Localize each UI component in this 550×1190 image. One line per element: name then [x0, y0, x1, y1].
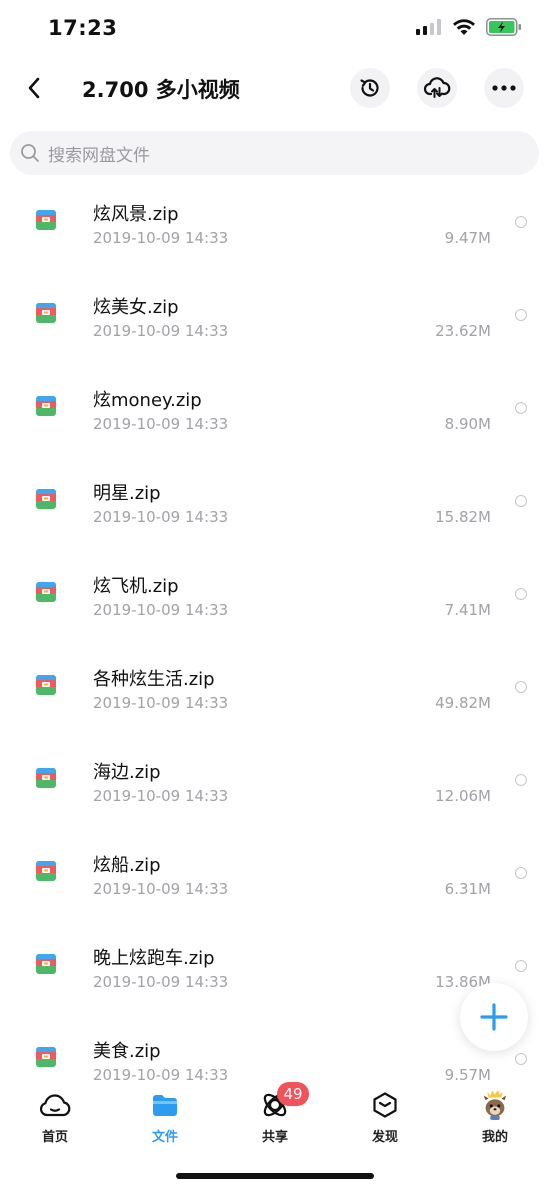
zip-archive-icon [36, 1047, 56, 1067]
history-icon [360, 79, 379, 97]
cloud-transfer-icon [423, 77, 451, 98]
tab-home-label: 首页 [41, 1130, 68, 1145]
file-row[interactable]: 炫美女.zip 2019-10-09 14:33 23.62M [0, 273, 550, 366]
select-checkbox[interactable] [515, 867, 527, 879]
plus-icon [480, 1003, 508, 1031]
zip-archive-icon [36, 210, 56, 230]
file-list: 炫风景.zip 2019-10-09 14:33 9.47M 炫美女.zip 2… [0, 180, 550, 1082]
bottom-tab-bar: 首页 文件 共享 49 发现 我的 [0, 1082, 550, 1154]
select-checkbox[interactable] [515, 960, 527, 972]
folder-icon [149, 1090, 181, 1120]
zip-archive-icon [36, 582, 56, 602]
tab-share[interactable]: 共享 49 [220, 1082, 330, 1154]
status-bar: 17:23 [0, 0, 550, 60]
file-size: 15.82M [435, 508, 491, 526]
file-date: 2019-10-09 14:33 [93, 508, 229, 526]
zip-archive-icon [36, 675, 56, 695]
zip-archive-icon [36, 396, 56, 416]
wifi-icon [453, 18, 475, 35]
file-date: 2019-10-09 14:33 [93, 973, 229, 991]
select-checkbox[interactable] [515, 402, 527, 414]
zip-archive-icon [36, 768, 56, 788]
file-date: 2019-10-09 14:33 [93, 694, 229, 712]
search-icon [18, 141, 42, 165]
zip-archive-icon [36, 861, 56, 881]
select-checkbox[interactable] [515, 681, 527, 693]
file-row[interactable]: 各种炫生活.zip 2019-10-09 14:33 49.82M [0, 645, 550, 738]
zip-archive-icon [36, 954, 56, 974]
select-checkbox[interactable] [515, 216, 527, 228]
search-input[interactable]: 搜索网盘文件 [10, 131, 539, 175]
tab-files-label: 文件 [151, 1130, 178, 1145]
select-checkbox[interactable] [515, 309, 527, 321]
status-time: 17:23 [48, 16, 118, 40]
file-row[interactable]: 炫money.zip 2019-10-09 14:33 8.90M [0, 366, 550, 459]
tab-files[interactable]: 文件 [110, 1082, 220, 1154]
share-count-badge: 49 [277, 1082, 309, 1106]
file-name: 晚上炫跑车.zip [93, 948, 215, 969]
file-size: 7.41M [444, 601, 491, 619]
file-row[interactable]: 炫风景.zip 2019-10-09 14:33 9.47M [0, 180, 550, 273]
navigation-bar: 2.700 多小视频 [0, 60, 550, 120]
more-options-button[interactable] [484, 68, 524, 108]
file-size: 23.62M [435, 322, 491, 340]
zip-archive-icon [36, 489, 56, 509]
file-date: 2019-10-09 14:33 [93, 1066, 229, 1082]
zip-archive-icon [36, 303, 56, 323]
file-name: 炫飞机.zip [93, 576, 179, 597]
select-checkbox[interactable] [515, 588, 527, 600]
select-checkbox[interactable] [515, 1053, 527, 1065]
history-button[interactable] [350, 68, 390, 108]
page-title: 2.700 多小视频 [82, 78, 240, 102]
tab-discover-label: 发现 [371, 1130, 398, 1145]
file-name: 明星.zip [93, 483, 161, 504]
file-size: 9.47M [444, 229, 491, 247]
file-size: 6.31M [444, 880, 491, 898]
select-checkbox[interactable] [515, 495, 527, 507]
file-date: 2019-10-09 14:33 [93, 322, 229, 340]
tab-mine-label: 我的 [481, 1130, 508, 1145]
chevron-left-icon [28, 77, 40, 99]
file-name: 炫美女.zip [93, 297, 179, 318]
file-name: 海边.zip [93, 762, 161, 783]
file-name: 炫money.zip [93, 390, 202, 411]
file-name: 美食.zip [93, 1041, 161, 1062]
file-date: 2019-10-09 14:33 [93, 787, 229, 805]
avatar-icon [479, 1089, 511, 1121]
file-size: 12.06M [435, 787, 491, 805]
file-row[interactable]: 炫船.zip 2019-10-09 14:33 6.31M [0, 831, 550, 924]
tab-discover[interactable]: 发现 [330, 1082, 440, 1154]
signal-icon [416, 19, 441, 35]
tab-share-label: 共享 [261, 1130, 288, 1145]
file-name: 各种炫生活.zip [93, 669, 215, 690]
search-placeholder: 搜索网盘文件 [48, 145, 150, 166]
file-date: 2019-10-09 14:33 [93, 601, 229, 619]
tab-home[interactable]: 首页 [0, 1082, 110, 1154]
status-indicators [416, 18, 522, 36]
file-name: 炫风景.zip [93, 204, 179, 225]
home-cloud-icon [39, 1090, 71, 1120]
file-name: 炫船.zip [93, 855, 161, 876]
file-row[interactable]: 海边.zip 2019-10-09 14:33 12.06M [0, 738, 550, 831]
add-button[interactable] [460, 983, 528, 1051]
file-row[interactable]: 明星.zip 2019-10-09 14:33 15.82M [0, 459, 550, 552]
more-dots-icon [492, 85, 516, 91]
home-indicator [176, 1173, 374, 1179]
tab-mine[interactable]: 我的 [440, 1082, 550, 1154]
file-size: 8.90M [444, 415, 491, 433]
file-date: 2019-10-09 14:33 [93, 880, 229, 898]
file-row[interactable]: 炫飞机.zip 2019-10-09 14:33 7.41M [0, 552, 550, 645]
back-button[interactable] [18, 72, 50, 104]
battery-icon [486, 18, 521, 36]
select-checkbox[interactable] [515, 774, 527, 786]
file-size: 9.57M [444, 1066, 491, 1082]
file-size: 49.82M [435, 694, 491, 712]
file-date: 2019-10-09 14:33 [93, 229, 229, 247]
discover-cube-icon [369, 1090, 401, 1120]
cloud-transfer-button[interactable] [417, 68, 457, 108]
file-date: 2019-10-09 14:33 [93, 415, 229, 433]
